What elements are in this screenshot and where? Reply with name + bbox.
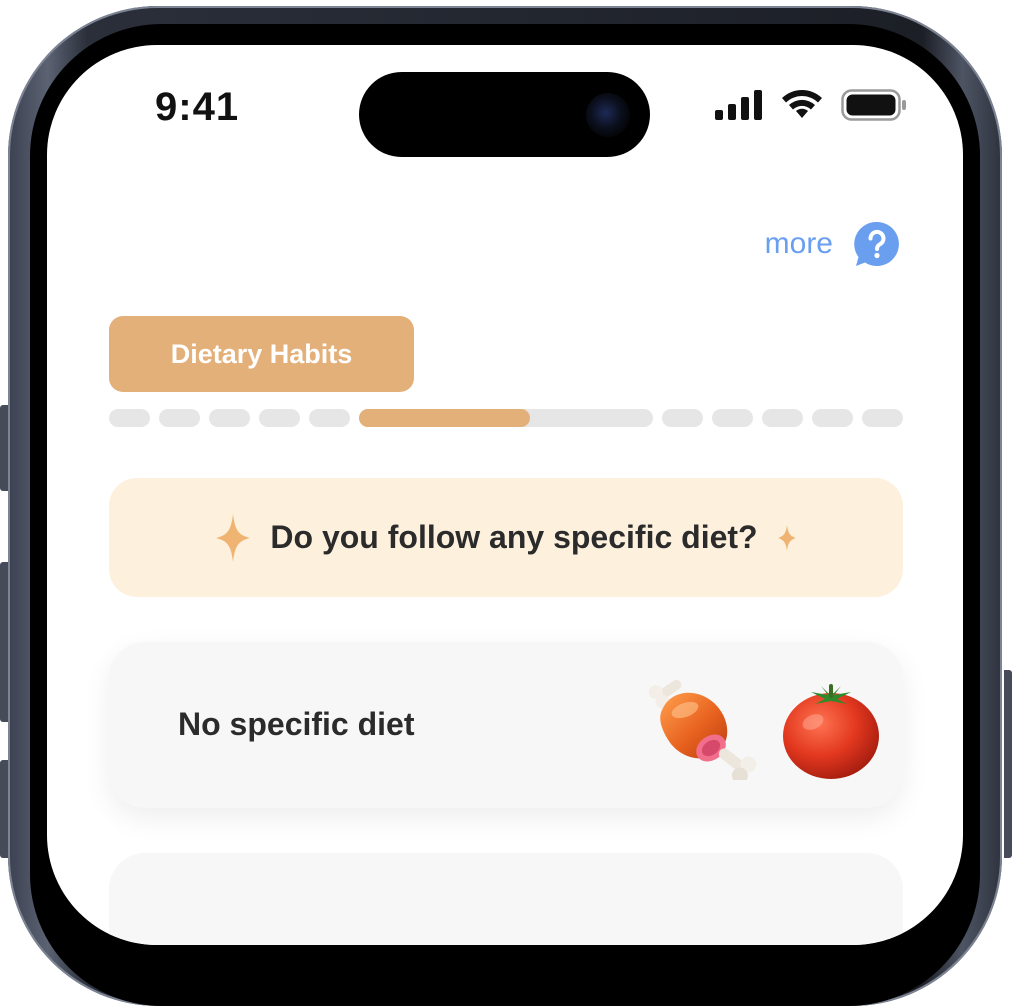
next-option-card[interactable] bbox=[109, 853, 903, 945]
status-icons bbox=[715, 89, 907, 121]
progress-segment bbox=[209, 409, 250, 427]
action-button bbox=[0, 405, 8, 491]
section-label-chip: Dietary Habits bbox=[109, 316, 414, 392]
power-button bbox=[1004, 670, 1012, 858]
progress-segment bbox=[812, 409, 853, 427]
progress-bar bbox=[109, 409, 903, 427]
sparkle-icon bbox=[216, 513, 251, 562]
option-label: No specific diet bbox=[178, 706, 415, 742]
volume-down-button bbox=[0, 760, 8, 858]
progress-fill bbox=[359, 409, 530, 427]
dynamic-island bbox=[359, 72, 650, 157]
meat-leg-icon bbox=[648, 679, 757, 780]
more-help-button[interactable]: more bbox=[765, 220, 901, 268]
option-no-specific-diet[interactable]: No specific diet bbox=[109, 642, 903, 808]
question-bubble-icon[interactable] bbox=[853, 220, 901, 268]
progress-segment bbox=[159, 409, 200, 427]
progress-segment bbox=[259, 409, 300, 427]
progress-segment bbox=[762, 409, 803, 427]
battery-icon bbox=[841, 89, 906, 121]
tomato-icon bbox=[783, 684, 879, 779]
progress-segment bbox=[712, 409, 753, 427]
progress-segment bbox=[662, 409, 703, 427]
question-card: Do you follow any specific diet? bbox=[109, 478, 903, 597]
wifi-icon bbox=[782, 90, 822, 118]
progress-segment bbox=[309, 409, 350, 427]
progress-segment bbox=[862, 409, 903, 427]
progress-segment bbox=[109, 409, 150, 427]
volume-up-button bbox=[0, 562, 8, 722]
app-screen: 9:41 more Dietary Habits Do you follow a… bbox=[47, 45, 963, 945]
progress-segment-current bbox=[359, 409, 653, 427]
sparkle-small-icon bbox=[777, 524, 796, 551]
status-time: 9:41 bbox=[155, 85, 240, 129]
front-camera bbox=[586, 93, 630, 137]
question-text: Do you follow any specific diet? bbox=[270, 519, 758, 555]
more-link[interactable]: more bbox=[765, 227, 833, 261]
cellular-signal-icon bbox=[715, 90, 762, 120]
